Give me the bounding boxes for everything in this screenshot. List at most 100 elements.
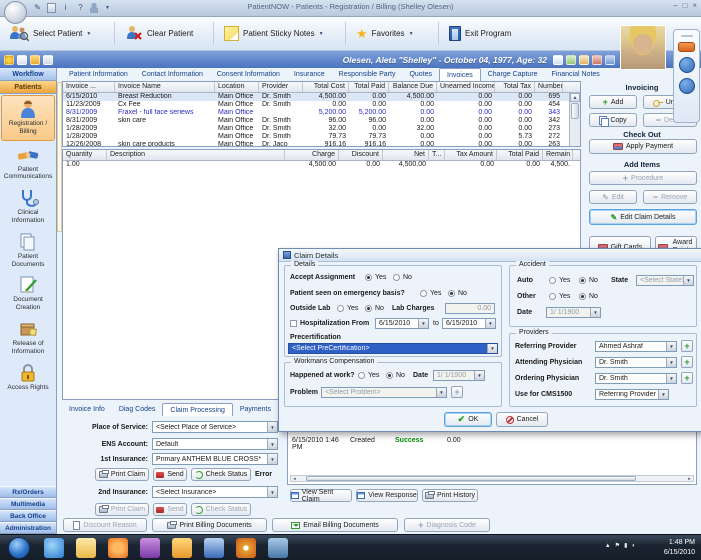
- lab-charges-field[interactable]: 0.00: [445, 303, 495, 314]
- referring-provider-select[interactable]: Ahmed Ashraf ▼: [595, 341, 677, 352]
- word-processor-icon[interactable]: [204, 538, 224, 558]
- apply-payment-button[interactable]: Apply Payment: [589, 139, 697, 154]
- column-header[interactable]: Description: [107, 150, 285, 160]
- alert-icon[interactable]: [43, 54, 53, 65]
- column-header[interactable]: Remain: [543, 150, 573, 160]
- chevron-down-icon[interactable]: ▼: [267, 422, 277, 432]
- sidebar-item-patient-documents[interactable]: Patient Documents: [0, 229, 56, 273]
- copy-invoice-button[interactable]: Copy: [589, 113, 637, 127]
- attending-physician-select[interactable]: Dr. Smith ▼: [595, 357, 677, 368]
- hospitalization-checkbox[interactable]: [290, 320, 297, 327]
- chevron-down-icon[interactable]: ▼: [666, 342, 676, 351]
- send-claim-button[interactable]: Send: [153, 468, 187, 481]
- add-procedure-button[interactable]: + Procedure: [589, 171, 697, 185]
- column-header[interactable]: Total Paid: [497, 150, 543, 160]
- media-player-icon[interactable]: [108, 538, 128, 558]
- state-select[interactable]: <Select State> ▼: [636, 275, 694, 286]
- sidebar-item-access-rights[interactable]: Access Rights: [0, 360, 56, 396]
- tab-insurance[interactable]: Insurance: [287, 68, 332, 81]
- email-billing-documents-button[interactable]: Email Billing Documents: [272, 518, 398, 532]
- hospitalization-from-date[interactable]: 6/15/2010 ▼: [375, 318, 429, 329]
- pen-icon[interactable]: [579, 54, 589, 65]
- print-claim-secondary-button[interactable]: Print Claim: [95, 503, 149, 516]
- taskbar-clock[interactable]: 1:48 PM 6/15/2010: [664, 538, 695, 558]
- column-header[interactable]: Invoice ...: [63, 82, 115, 92]
- outside-lab-yes-radio[interactable]: [337, 305, 344, 312]
- wc-date-field[interactable]: 1/ 1/1900 ▼: [433, 370, 485, 381]
- table-row[interactable]: 11/23/2009 Cx Fee Main Office Dr. Smith 0.00…: [63, 101, 580, 109]
- column-header[interactable]: Location: [215, 82, 259, 92]
- add-attending-physician-button[interactable]: +: [681, 356, 693, 368]
- table-row[interactable]: 1/28/2009 Main Office Dr. Smith 79.73 79.73 0…: [63, 133, 580, 141]
- tab-quotes[interactable]: Quotes: [402, 68, 439, 81]
- outside-lab-no-radio[interactable]: [365, 305, 372, 312]
- column-header[interactable]: Provider: [259, 82, 303, 92]
- tab-charge-capture[interactable]: Charge Capture: [481, 68, 545, 81]
- accident-date-field[interactable]: 1/ 1/1900 ▼: [546, 307, 601, 318]
- sidebar-item-release-of-information[interactable]: Release of Information: [0, 316, 56, 360]
- person-icon[interactable]: [592, 54, 602, 65]
- claim-history-row[interactable]: 6/15/2010 1:46 PM Created Success 0.00: [292, 437, 487, 451]
- chevron-down-icon[interactable]: ▼: [267, 487, 277, 497]
- print-billing-documents-button[interactable]: Print Billing Documents: [152, 518, 267, 532]
- accept-assignment-no-radio[interactable]: [393, 274, 400, 281]
- tab-financial-notes[interactable]: Financial Notes: [545, 68, 607, 81]
- add-referring-provider-button[interactable]: +: [681, 340, 693, 352]
- add-invoice-button[interactable]: + Add: [589, 95, 637, 109]
- minimize-button[interactable]: –: [673, 1, 677, 10]
- column-header[interactable]: Net: [383, 150, 429, 160]
- sidebar-section-workflow[interactable]: Workflow: [0, 68, 56, 81]
- folder-icon[interactable]: [76, 538, 96, 558]
- column-header[interactable]: Total Paid: [349, 82, 389, 92]
- hospitalization-to-date[interactable]: 6/15/2010 ▼: [442, 318, 496, 329]
- check-status-button[interactable]: Check Status: [191, 468, 251, 481]
- auto-yes-radio[interactable]: [549, 277, 556, 284]
- cms1500-select[interactable]: Referring Provider ▼: [595, 389, 669, 400]
- gear-icon[interactable]: [4, 54, 14, 65]
- table-row[interactable]: 8/31/2009 Fraxel - full face seriews Main …: [63, 109, 580, 117]
- other-yes-radio[interactable]: [549, 293, 556, 300]
- place-of-service-select[interactable]: <Select Place of Service> ▼: [152, 421, 278, 433]
- select-patient-button[interactable]: Select Patient ▼: [4, 20, 96, 47]
- ordering-physician-select[interactable]: Dr. Smith ▼: [595, 373, 677, 384]
- chevron-down-icon[interactable]: ▼: [267, 439, 277, 449]
- chevron-down-icon[interactable]: ▼: [418, 319, 428, 328]
- send-claim-secondary-button[interactable]: Send: [153, 503, 187, 516]
- chevron-down-icon[interactable]: ▼: [658, 390, 668, 399]
- precertification-select[interactable]: <Select PreCertification> ▼: [288, 343, 498, 354]
- tab-patient-information[interactable]: Patient Information: [62, 68, 135, 81]
- happened-yes-radio[interactable]: [358, 372, 365, 379]
- auto-no-radio[interactable]: [579, 277, 586, 284]
- column-header[interactable]: Invoice Name: [115, 82, 215, 92]
- sidebar-section-patients[interactable]: Patients: [0, 81, 56, 94]
- scrollbar-thumb[interactable]: [306, 476, 636, 481]
- camera-icon[interactable]: [678, 42, 695, 52]
- folder-icon[interactable]: [30, 54, 40, 65]
- scrollbar-thumb[interactable]: [571, 103, 579, 119]
- tab-invoice-info[interactable]: Invoice Info: [62, 403, 112, 416]
- grip-handle[interactable]: [680, 35, 693, 37]
- table-row[interactable]: 1.00 4,500.00 0.00 4,500.00 0.00 0.00 4,500.: [63, 161, 580, 169]
- favorites-button[interactable]: ★ Favorites ▼: [351, 20, 419, 47]
- tab-invoices[interactable]: Invoices: [439, 68, 481, 81]
- table-row[interactable]: 6/15/2010 Breast Reduction Main Office Dr. …: [63, 93, 580, 101]
- sidebar-item-registration-billing[interactable]: Registration / Billing: [1, 95, 55, 141]
- browser-icon[interactable]: [44, 538, 64, 558]
- chat-icon[interactable]: [678, 78, 695, 94]
- scroll-right-icon[interactable]: ►: [686, 476, 693, 481]
- mail-icon[interactable]: [172, 538, 192, 558]
- tab-contact-information[interactable]: Contact Information: [135, 68, 210, 81]
- chevron-down-icon[interactable]: ▼: [666, 358, 676, 367]
- diagnosis-code-button[interactable]: + Diagnosis Code: [404, 518, 490, 532]
- maximize-button[interactable]: □: [682, 1, 687, 10]
- happened-no-radio[interactable]: [386, 372, 393, 379]
- column-header[interactable]: Total Cost: [303, 82, 349, 92]
- dialog-title-bar[interactable]: Claim Details: [279, 249, 701, 262]
- cancel-button[interactable]: Cancel: [496, 412, 548, 427]
- volume-icon[interactable]: ◖: [631, 543, 635, 549]
- column-header[interactable]: Total Tax: [495, 82, 535, 92]
- discount-reason-button[interactable]: Discount Reason: [63, 518, 147, 532]
- close-button[interactable]: ×: [692, 1, 697, 10]
- column-header[interactable]: Tax Amount: [445, 150, 497, 160]
- document-icon[interactable]: [553, 54, 563, 65]
